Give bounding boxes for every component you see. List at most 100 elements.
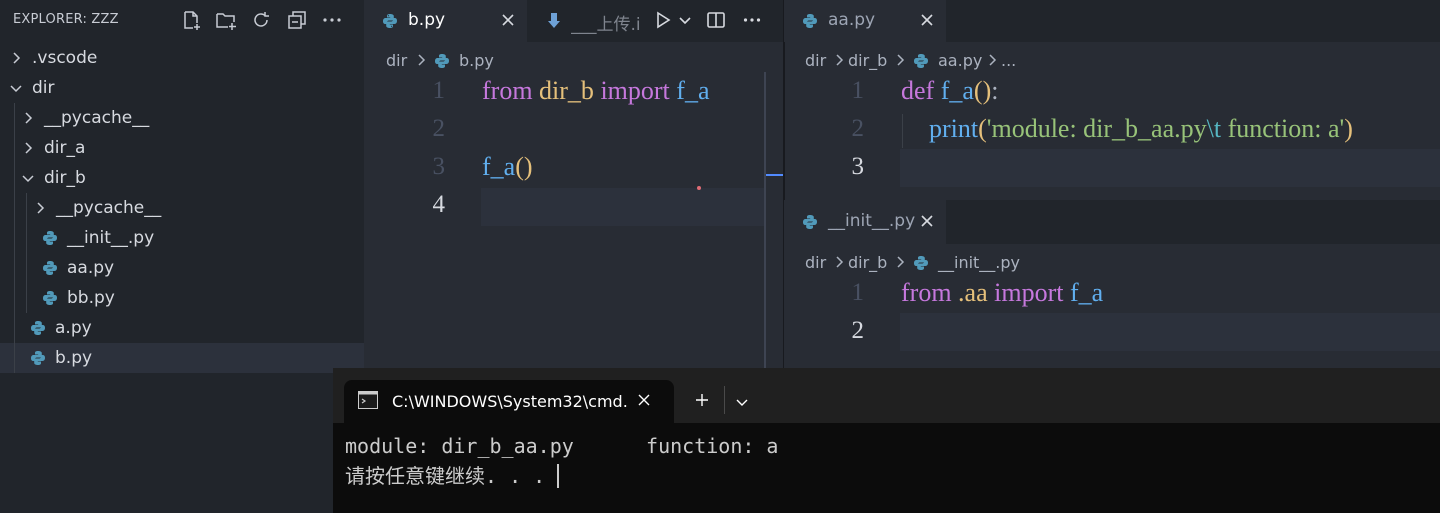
current-line-highlight xyxy=(900,149,1440,187)
python-file-icon xyxy=(434,53,450,69)
tree-item-label: dir xyxy=(32,78,55,98)
escape-sequence: \t xyxy=(1206,114,1222,143)
new-folder-icon[interactable] xyxy=(215,9,237,31)
breadcrumb-item[interactable]: dir_b xyxy=(848,51,887,70)
breadcrumb-item[interactable]: dir_b xyxy=(848,253,887,272)
line-number: 2 xyxy=(432,115,446,142)
breadcrumb-item[interactable]: aa.py xyxy=(938,51,982,70)
current-line-highlight xyxy=(481,188,765,226)
tree-item-label: a.py xyxy=(55,318,92,338)
parentheses: () xyxy=(515,152,533,181)
close-icon[interactable] xyxy=(918,11,936,29)
chevron-down-icon[interactable] xyxy=(678,13,692,27)
close-icon[interactable] xyxy=(499,11,517,29)
close-icon[interactable] xyxy=(918,212,936,230)
chevron-down-icon xyxy=(20,170,36,186)
function-name: f_a xyxy=(676,76,710,105)
breadcrumb-item[interactable]: b.py xyxy=(459,51,494,70)
module-name: .aa xyxy=(958,278,988,307)
tree-item-label: b.py xyxy=(55,348,93,368)
tree-item-label: __init__.py xyxy=(67,228,155,248)
chevron-right-icon xyxy=(32,200,48,216)
tree-file-row[interactable]: aa.py xyxy=(0,253,364,283)
tree-file-row[interactable]: b.py xyxy=(0,343,364,373)
refresh-icon[interactable] xyxy=(250,9,272,31)
python-file-icon xyxy=(42,260,58,276)
code-line-3[interactable]: f_a() xyxy=(482,152,533,182)
more-actions-icon[interactable] xyxy=(321,9,343,31)
tab-upload[interactable]: ___上传.i xyxy=(527,0,667,42)
python-file-icon xyxy=(802,214,818,230)
tree-folder-row[interactable]: .vscode xyxy=(0,43,364,73)
tab-b-py[interactable]: b.py xyxy=(364,0,527,42)
minimap-divider xyxy=(764,72,766,370)
code-line-2[interactable]: print('module: dir_b_aa.py\t function: a… xyxy=(929,114,1353,144)
current-line-highlight xyxy=(900,313,1440,351)
breadcrumb-item[interactable]: __init__.py xyxy=(938,253,1020,272)
tree-folder-row[interactable]: dir_b xyxy=(0,163,364,193)
string-literal: function: a' xyxy=(1221,114,1345,143)
python-file-icon xyxy=(913,53,929,69)
code-line-1[interactable]: from dir_b import f_a xyxy=(482,76,709,106)
tree-item-label: .vscode xyxy=(32,48,98,68)
string-literal: 'module: dir_b_aa.py xyxy=(986,114,1207,143)
tab-label: b.py xyxy=(408,10,446,30)
function-call: f_a xyxy=(482,152,516,181)
function-name: f_a xyxy=(940,76,974,105)
function-call: print xyxy=(929,114,979,143)
keyword-import: import xyxy=(600,76,670,105)
open-paren: ( xyxy=(978,114,987,143)
chevron-right-icon xyxy=(8,50,24,66)
collapse-all-icon[interactable] xyxy=(286,9,308,31)
editor-tab-bar: __init__.py xyxy=(784,200,1440,244)
line-number: 4 xyxy=(432,191,446,218)
explorer-panel: EXPLORER: ZZZ .vscode dir __pycache__ dir_a… xyxy=(0,0,364,513)
breadcrumb-item[interactable]: dir xyxy=(386,51,407,70)
tree-item-label: __pycache__ xyxy=(56,198,162,218)
split-editor-icon[interactable] xyxy=(706,10,726,30)
keyword-import: import xyxy=(994,278,1064,307)
python-file-icon xyxy=(42,230,58,246)
tab-label: ___上传.i xyxy=(571,15,641,35)
code-line-1[interactable]: from .aa import f_a xyxy=(901,278,1103,308)
python-file-icon xyxy=(30,320,46,336)
new-tab-icon[interactable] xyxy=(694,392,710,408)
editor-tab-bar: b.py ___上传.i xyxy=(364,0,784,42)
tab-init-py[interactable]: __init__.py xyxy=(784,200,946,244)
keyword-from: from xyxy=(901,278,952,307)
line-number: 1 xyxy=(851,279,865,306)
breadcrumb-item[interactable]: dir xyxy=(805,253,826,272)
tree-folder-row[interactable]: __pycache__ xyxy=(0,193,364,223)
breadcrumb-item[interactable]: ... xyxy=(1001,51,1016,70)
line-number: 3 xyxy=(432,153,446,180)
chevron-right-icon xyxy=(893,254,907,268)
more-actions-icon[interactable] xyxy=(742,10,762,30)
explorer-header: EXPLORER: ZZZ xyxy=(0,0,364,40)
python-file-icon xyxy=(802,13,818,29)
tree-item-label: __pycache__ xyxy=(44,108,150,128)
line-number: 3 xyxy=(851,153,865,180)
close-icon[interactable] xyxy=(636,392,652,408)
tree-item-label: dir_a xyxy=(44,138,86,158)
tree-folder-row[interactable]: dir xyxy=(0,73,364,103)
indent-guide xyxy=(14,103,15,373)
tree-file-row[interactable]: bb.py xyxy=(0,283,364,313)
indent-guide xyxy=(902,114,903,148)
keyword-from: from xyxy=(482,76,533,105)
breadcrumb-item[interactable]: dir xyxy=(805,51,826,70)
chevron-down-icon[interactable] xyxy=(735,394,749,408)
tree-file-row[interactable]: __init__.py xyxy=(0,223,364,253)
tree-folder-row[interactable]: __pycache__ xyxy=(0,103,364,133)
tree-file-row[interactable]: a.py xyxy=(0,313,364,343)
tab-aa-py[interactable]: aa.py xyxy=(784,0,946,42)
new-file-icon[interactable] xyxy=(180,9,202,31)
explorer-title: EXPLORER: ZZZ xyxy=(13,12,119,27)
terminal-prompt-text: 请按任意键继续. . . xyxy=(345,464,558,488)
line-number: 2 xyxy=(851,115,865,142)
tree-item-label: bb.py xyxy=(67,288,115,308)
tree-item-label: aa.py xyxy=(67,258,115,278)
run-icon[interactable] xyxy=(654,11,672,29)
code-line-1[interactable]: def f_a(): xyxy=(901,76,998,106)
python-file-icon xyxy=(382,13,398,29)
tree-folder-row[interactable]: dir_a xyxy=(0,133,364,163)
